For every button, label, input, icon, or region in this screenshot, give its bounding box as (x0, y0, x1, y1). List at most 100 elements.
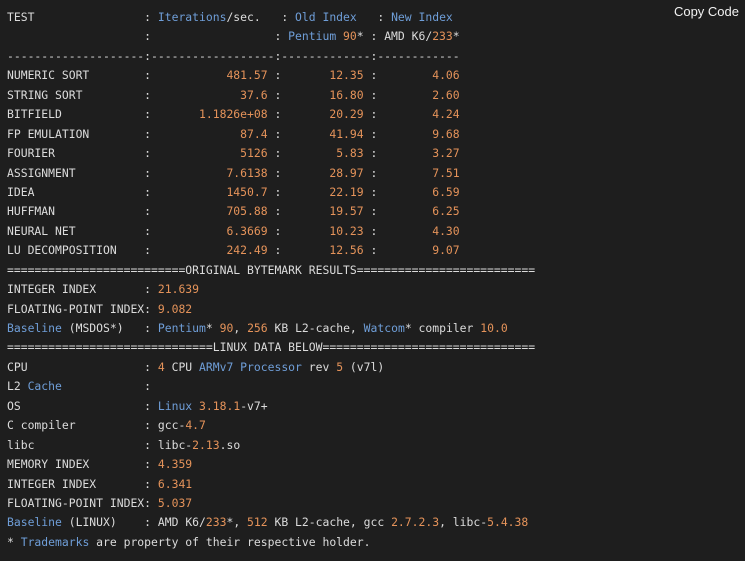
separator: : (144, 184, 152, 199)
iterations-value: 242.49 (151, 243, 268, 258)
separator: : (363, 243, 378, 258)
old-index-value: 16.80 (281, 87, 364, 102)
new-index-value: 9.07 (377, 243, 460, 258)
code-token: INTEGER INDEX : (7, 282, 158, 297)
code-token: TEST (7, 10, 145, 24)
copy-code-button[interactable]: Copy Code (674, 4, 739, 19)
footer-line: ==========================ORIGINAL BYTEM… (7, 261, 535, 280)
separator: : (144, 204, 152, 219)
code-token: 2.7.2.3 (391, 515, 440, 530)
code-token: ARMv7 Processor (199, 359, 302, 374)
footer-line: * Trademarks are property of their respe… (7, 533, 535, 552)
code-token: 5.037 (157, 495, 193, 510)
code-token: 9.082 (157, 301, 193, 316)
code-token: * (205, 321, 220, 335)
code-token: ==========================ORIGINAL BYTEM… (7, 262, 536, 277)
code-token: 512 (247, 515, 268, 530)
old-index-value: 10.23 (281, 223, 364, 238)
code-token: Baseline (7, 515, 62, 530)
footer-line: INTEGER INDEX : 6.341 (7, 475, 535, 494)
benchmark-test-name: FOURIER (7, 146, 145, 161)
separator: : (363, 146, 378, 161)
code-token: KB L2-cache, gcc (267, 515, 392, 530)
benchmark-row: HUFFMAN : 705.88 : 19.57 : 6.25 (7, 202, 535, 221)
code-token: CPU : (7, 359, 158, 374)
separator: : (267, 204, 282, 219)
code-token: * : AMD K6/ (356, 29, 433, 44)
old-index-value: 22.19 (281, 184, 364, 199)
code-token: * compiler (404, 321, 481, 335)
code-token: Pentium (157, 321, 206, 335)
separator: : (144, 223, 152, 238)
separator: : (144, 243, 152, 258)
code-token: (v7l) (343, 359, 385, 374)
code-token: 4 (157, 359, 165, 374)
code-token: --------------------:------------------:… (7, 48, 460, 63)
separator: : (363, 184, 378, 199)
new-index-value: 4.06 (377, 68, 460, 83)
benchmark-test-name: HUFFMAN (7, 204, 145, 219)
code-token: 4.7 (185, 418, 206, 433)
code-token: (LINUX) : AMD K6/ (61, 515, 206, 530)
code-token: Trademarks (20, 534, 90, 549)
benchmark-row: STRING SORT : 37.6 : 16.80 : 2.60 (7, 86, 535, 105)
code-token: 5.4.38 (487, 515, 529, 530)
code-token: *, (226, 515, 248, 530)
new-index-value: 6.59 (377, 184, 460, 199)
code-token: KB L2-cache, (267, 321, 364, 335)
new-index-value: 6.25 (377, 204, 460, 219)
separator: : (144, 107, 152, 122)
separator: : (144, 87, 152, 102)
code-token: Pentium (288, 29, 337, 44)
new-index-value: 4.24 (377, 107, 460, 122)
footer-line: FLOATING-POINT INDEX: 5.037 (7, 494, 535, 513)
code-token: New Index (391, 10, 453, 24)
code-token: : (144, 10, 158, 24)
code-token: L2 (7, 379, 28, 394)
separator: : (267, 126, 282, 141)
separator: : (144, 126, 152, 141)
separator: : (363, 165, 378, 180)
code-token: , libc- (439, 515, 488, 530)
separator: : (144, 165, 152, 180)
code-token: 233 (205, 515, 227, 530)
footer-line: Baseline (LINUX) : AMD K6/233*, 512 KB L… (7, 513, 535, 532)
old-index-value: 12.35 (281, 68, 364, 83)
code-token: , (233, 321, 248, 335)
separator: : (267, 68, 282, 83)
iterations-value: 37.6 (151, 87, 268, 102)
footer-line: FLOATING-POINT INDEX: 9.082 (7, 300, 535, 319)
header-line: : : Pentium 90* : AMD K6/233* (7, 27, 535, 46)
code-token: * (452, 29, 460, 44)
code-token: Watcom (363, 321, 405, 335)
iterations-value: 705.88 (151, 204, 268, 219)
separator: : (363, 68, 378, 83)
benchmark-test-name: NEURAL NET (7, 223, 145, 238)
code-token: 3.18.1 (199, 398, 241, 413)
code-token: rev (301, 359, 337, 374)
old-index-value: 20.29 (281, 107, 364, 122)
code-token: libc : libc- (7, 437, 193, 452)
old-index-value: 12.56 (281, 243, 364, 258)
code-token: 6.341 (157, 476, 193, 491)
benchmark-test-name: FP EMULATION (7, 126, 145, 141)
code-token: FLOATING-POINT INDEX: (7, 301, 158, 316)
code-token: : : (7, 29, 289, 44)
separator: : (363, 107, 378, 122)
code-token: : (356, 10, 392, 24)
iterations-value: 1450.7 (151, 184, 268, 199)
code-token: ==============================LINUX DATA… (7, 340, 536, 355)
separator: : (267, 87, 282, 102)
separator: : (363, 126, 378, 141)
code-token: CPU (164, 359, 200, 374)
new-index-value: 2.60 (377, 87, 460, 102)
code-token: 233 (432, 29, 453, 44)
new-index-value: 4.30 (377, 223, 460, 238)
benchmark-row: BITFIELD : 1.1826e+08 : 20.29 : 4.24 (7, 105, 535, 124)
separator: : (267, 223, 282, 238)
separator: : (267, 184, 282, 199)
code-token: * (7, 534, 21, 549)
code-token: Old Index (295, 10, 357, 24)
code-token: 90 (343, 29, 357, 44)
